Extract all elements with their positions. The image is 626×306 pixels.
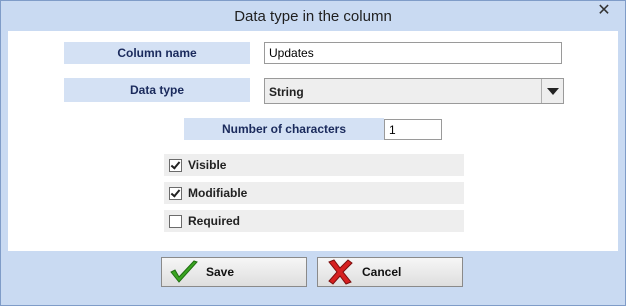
num-chars-input[interactable] bbox=[384, 119, 442, 140]
x-icon bbox=[328, 259, 353, 285]
visible-label: Visible bbox=[188, 158, 227, 172]
required-label: Required bbox=[188, 214, 241, 228]
cancel-label: Cancel bbox=[362, 265, 402, 279]
num-chars-label: Number of characters bbox=[184, 118, 384, 140]
close-icon: ✕ bbox=[597, 2, 611, 19]
data-type-label: Data type bbox=[64, 78, 250, 102]
title-bar: Data type in the column ✕ bbox=[1, 1, 625, 31]
chevron-down-icon bbox=[546, 87, 559, 95]
column-name-label: Column name bbox=[64, 42, 250, 64]
modifiable-checkbox[interactable] bbox=[169, 186, 182, 200]
required-option[interactable]: Required bbox=[164, 210, 464, 232]
data-type-select[interactable]: String bbox=[264, 78, 564, 104]
checkmark-icon bbox=[170, 260, 198, 283]
cancel-button[interactable]: Cancel bbox=[317, 257, 463, 287]
form-panel: Column name Data type String Number of c… bbox=[8, 31, 618, 251]
save-label: Save bbox=[206, 265, 235, 279]
save-button[interactable]: Save bbox=[161, 257, 307, 287]
visible-checkbox[interactable] bbox=[169, 158, 182, 172]
modifiable-option[interactable]: Modifiable bbox=[164, 182, 464, 204]
dropdown-button[interactable] bbox=[541, 79, 563, 103]
column-name-input[interactable] bbox=[264, 42, 562, 64]
modifiable-label: Modifiable bbox=[188, 186, 248, 200]
close-button[interactable]: ✕ bbox=[591, 2, 617, 20]
visible-option[interactable]: Visible bbox=[164, 154, 464, 176]
dialog-window: Data type in the column ✕ Column name Da… bbox=[0, 0, 626, 306]
data-type-value: String bbox=[269, 85, 304, 99]
required-checkbox[interactable] bbox=[169, 214, 182, 228]
window-title: Data type in the column bbox=[234, 8, 392, 25]
